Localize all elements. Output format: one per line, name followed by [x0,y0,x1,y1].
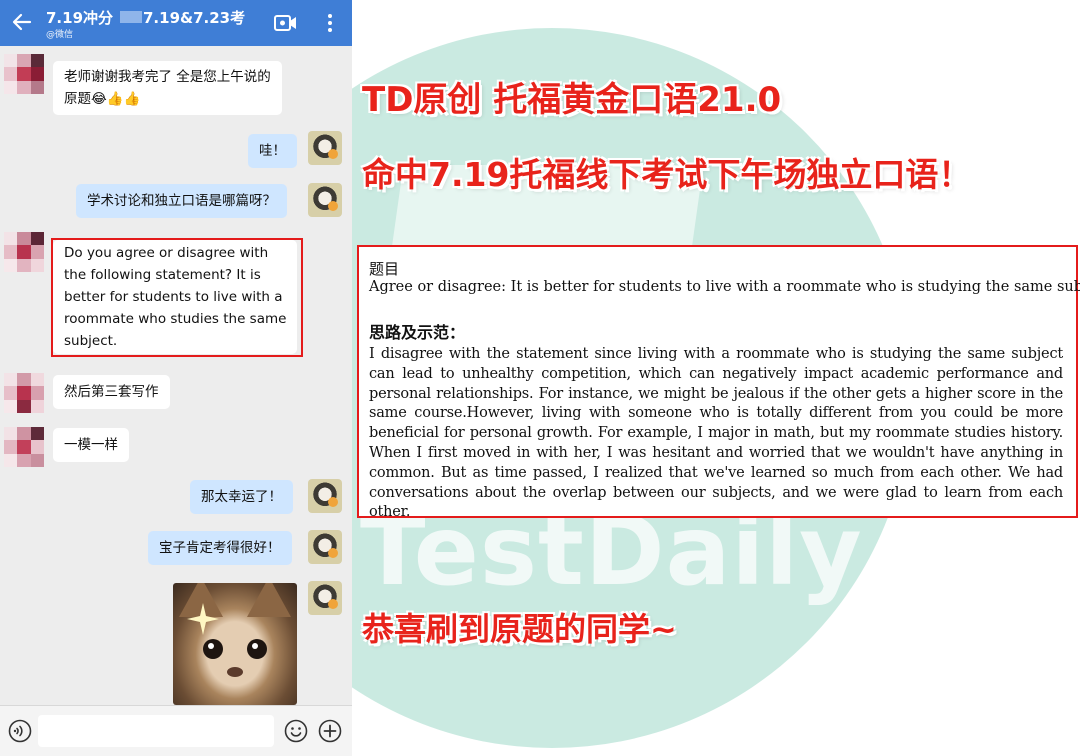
avatar[interactable] [308,479,342,513]
message-bubble[interactable]: 那太幸运了！ [190,480,293,514]
video-call-icon[interactable] [274,12,298,34]
question-document: 题目 Agree or disagree: It is better for s… [357,245,1080,520]
voice-icon[interactable] [8,719,32,743]
message-text: 一模一样 [64,437,118,453]
redacted-mark [120,11,142,23]
highlight-box [51,238,303,357]
avatar[interactable] [4,427,44,467]
avatar[interactable] [4,54,44,94]
message-text-line: 老师谢谢我考完了 全是您上午说的 [64,69,271,85]
message-bubble[interactable]: 一模一样 [53,428,129,462]
avatar[interactable] [4,373,44,413]
chat-screenshot: 7.19冲分 @微信 7.19&7.23考 老师谢谢我考完了 全是您上午说的 原… [0,0,352,756]
chat-group-name: 7.19&7.23考 [143,9,246,27]
message-bubble[interactable]: 老师谢谢我考完了 全是您上午说的 原题😂👍👍 [53,61,282,115]
avatar[interactable] [308,530,342,564]
message-text: 然后第三套写作 [64,384,159,400]
plus-icon[interactable] [318,719,342,743]
footer-headline: 恭喜刷到原题的同学~ [362,610,677,648]
cat-sticker-image[interactable] [173,583,297,705]
message-text: 那太幸运了！ [201,489,282,505]
message-text: 宝子肯定考得很好！ [159,540,281,556]
message-bubble[interactable]: 然后第三套写作 [53,375,170,409]
headline-title: TD原创 托福黄金口语21.0 [362,80,782,120]
back-arrow-icon[interactable] [10,10,34,34]
sparkle-icon [187,603,219,635]
answer-text: I disagree with the statement since livi… [369,346,1063,521]
message-text: 哇！ [259,143,286,159]
message-bubble[interactable]: 宝子肯定考得很好！ [148,531,292,565]
cat-nose [227,667,243,677]
avatar[interactable] [4,232,44,272]
emoji-icon[interactable] [284,719,308,743]
message-text: 学术讨论和独立口语是哪篇呀？ [87,193,276,209]
cat-ear [247,583,291,617]
cat-eye [203,639,223,659]
more-vertical-icon[interactable] [320,12,340,34]
avatar[interactable] [308,581,342,615]
message-input[interactable] [38,715,274,747]
message-input-bar [0,705,352,756]
question-text: Agree or disagree: It is better for stud… [369,279,1080,295]
question-label: 题目 [369,260,400,278]
answer-label: 思路及示范： [369,323,466,342]
chat-title: 7.19冲分 [46,9,114,27]
avatar[interactable] [308,131,342,165]
message-text-line: 原题😂👍👍 [64,91,141,107]
avatar[interactable] [308,183,342,217]
message-bubble[interactable]: 学术讨论和独立口语是哪篇呀？ [76,184,287,218]
message-bubble[interactable]: 哇！ [248,134,297,168]
chat-header: 7.19冲分 @微信 7.19&7.23考 [0,0,352,46]
cat-eye [247,639,267,659]
headline-subtitle: 命中7.19托福线下考试下午场独立口语！ [362,155,972,194]
chat-subtitle: @微信 [46,30,74,40]
